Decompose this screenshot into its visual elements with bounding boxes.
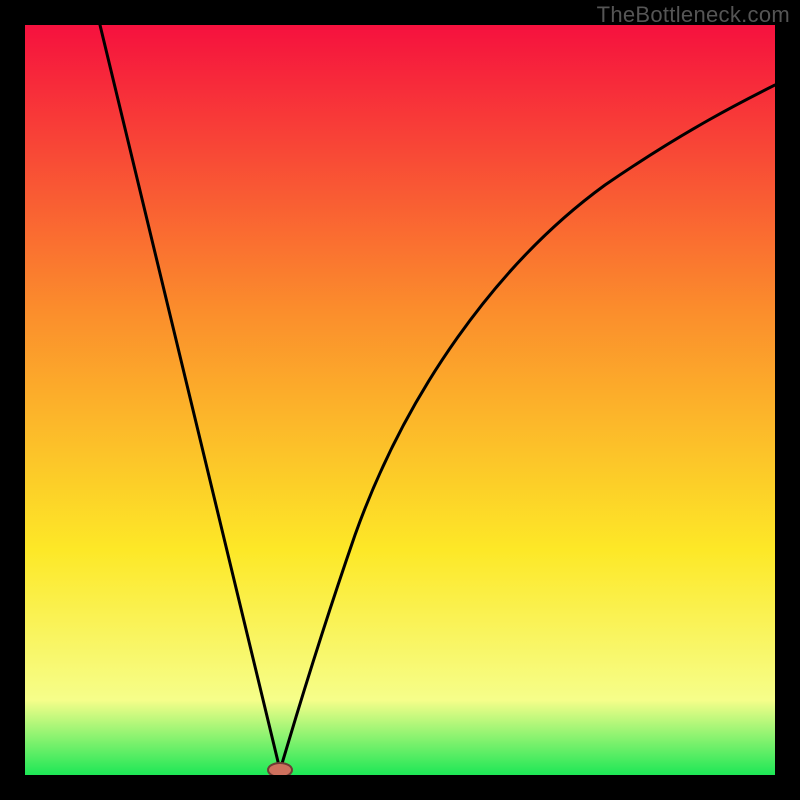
chart-frame: TheBottleneck.com <box>0 0 800 800</box>
watermark-text: TheBottleneck.com <box>597 2 790 28</box>
chart-svg <box>25 25 775 775</box>
plot-area <box>25 25 775 775</box>
gradient-background <box>25 25 775 775</box>
optimum-marker <box>268 763 292 775</box>
